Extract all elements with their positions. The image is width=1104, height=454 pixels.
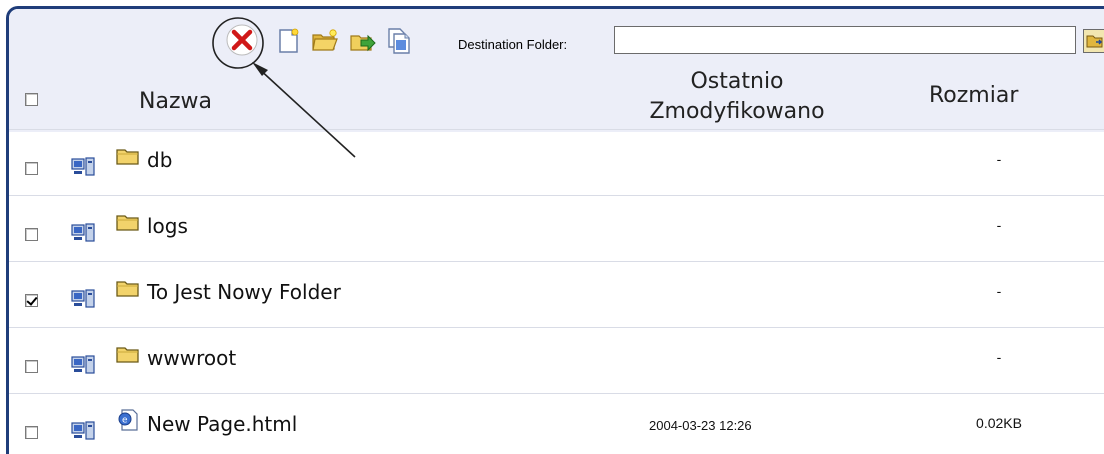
file-size: - <box>996 217 1002 233</box>
file-size: - <box>996 283 1002 299</box>
folder-icon <box>116 215 139 231</box>
destination-folder-input[interactable] <box>614 26 1076 54</box>
file-name-link[interactable]: db <box>147 148 172 172</box>
folder-icon <box>116 281 139 297</box>
network-share-icon[interactable] <box>71 156 97 178</box>
new-folder-icon[interactable] <box>311 27 339 55</box>
delete-icon[interactable] <box>225 23 259 57</box>
column-header-name[interactable]: Nazwa <box>139 87 212 117</box>
file-manager-panel: Destination Folder: Nazwa Ostatnio Zmody… <box>6 6 1104 454</box>
copy-icon[interactable] <box>385 27 413 55</box>
html-file-icon: e <box>118 409 138 431</box>
row-checkbox[interactable] <box>25 360 38 373</box>
file-size: - <box>996 151 1002 167</box>
file-row[interactable]: wwwroot - <box>9 327 1104 391</box>
network-share-icon[interactable] <box>71 222 97 244</box>
file-row[interactable]: To Jest Nowy Folder - <box>9 261 1104 325</box>
column-header-size[interactable]: Rozmiar <box>929 81 1018 111</box>
browse-folder-icon[interactable] <box>1083 29 1104 53</box>
network-share-icon[interactable] <box>71 420 97 442</box>
folder-icon <box>116 347 139 363</box>
select-all-checkbox[interactable] <box>25 93 38 106</box>
row-checkbox[interactable] <box>25 426 38 439</box>
row-checkbox[interactable] <box>25 294 38 307</box>
network-share-icon[interactable] <box>71 288 97 310</box>
destination-folder-label: Destination Folder: <box>458 37 568 52</box>
file-row[interactable]: db - <box>9 129 1104 193</box>
folder-icon <box>116 149 139 165</box>
file-name-link[interactable]: To Jest Nowy Folder <box>147 280 341 304</box>
file-row[interactable]: logs - <box>9 195 1104 259</box>
network-share-icon[interactable] <box>71 354 97 376</box>
svg-text:e: e <box>122 416 128 426</box>
file-size: - <box>996 349 1002 365</box>
file-name-link[interactable]: wwwroot <box>147 346 236 370</box>
row-checkbox[interactable] <box>25 162 38 175</box>
file-size: 0.02KB <box>976 415 1022 431</box>
new-file-icon[interactable] <box>274 27 302 55</box>
move-icon[interactable] <box>349 27 377 55</box>
file-name-link[interactable]: logs <box>147 214 188 238</box>
file-list-header: Destination Folder: Nazwa Ostatnio Zmody… <box>9 9 1104 132</box>
column-header-modified-line2[interactable]: Zmodyfikowano <box>609 97 865 127</box>
column-header-modified-line1[interactable]: Ostatnio <box>609 67 865 97</box>
row-checkbox[interactable] <box>25 228 38 241</box>
file-name-link[interactable]: New Page.html <box>147 412 297 436</box>
modified-date: 2004-03-23 12:26 <box>649 418 752 433</box>
file-row[interactable]: e New Page.html 2004-03-23 12:26 0.02KB <box>9 393 1104 454</box>
